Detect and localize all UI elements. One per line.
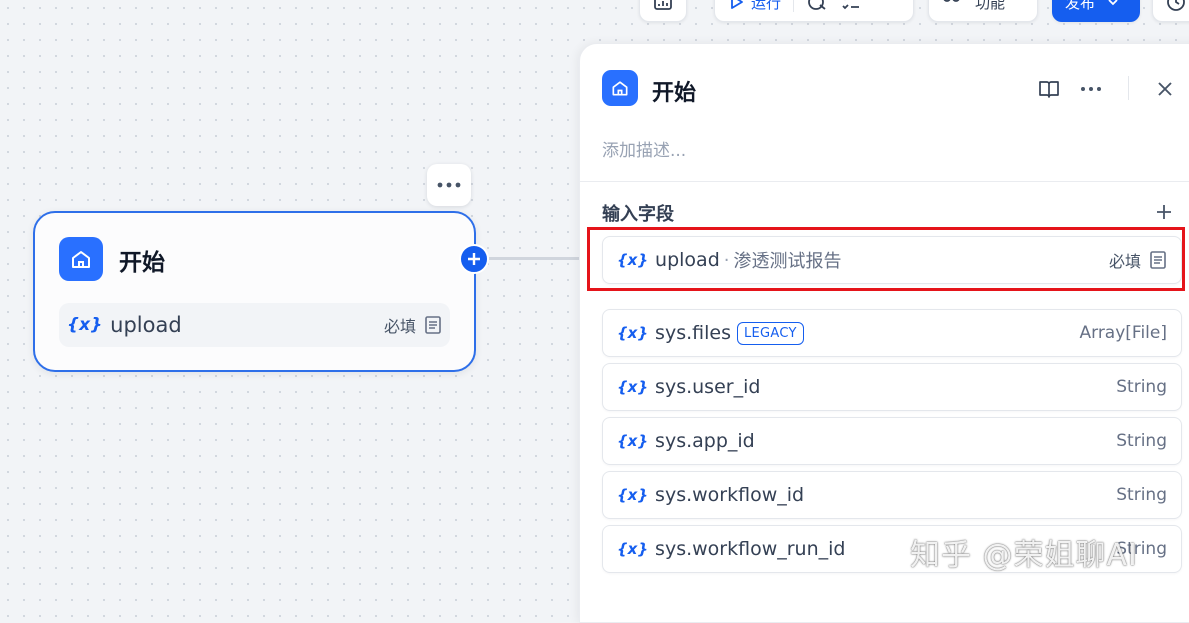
toolbar-divider: [793, 0, 795, 12]
document-icon: [425, 316, 441, 334]
feature-label: 功能: [975, 0, 1006, 12]
checklist-icon[interactable]: [840, 0, 862, 13]
system-field-name: sys.app_id: [655, 430, 755, 452]
history-icon: [654, 0, 672, 10]
panel-divider: [580, 181, 1189, 182]
plus-icon: [468, 253, 480, 265]
feature-icon: [943, 0, 960, 2]
chevron-down-icon: [1108, 0, 1118, 6]
variable-icon: {x}: [617, 432, 649, 450]
start-node[interactable]: 开始 {x} upload 必填: [33, 211, 476, 372]
add-field-icon[interactable]: [1154, 202, 1174, 222]
more-icon[interactable]: [1080, 78, 1102, 100]
system-field-name: sys.workflow_id: [655, 484, 805, 506]
publish-label: 发布: [1065, 0, 1096, 12]
variable-icon: {x}: [617, 378, 649, 396]
node-required-label: 必填: [383, 317, 416, 336]
book-icon[interactable]: [1038, 78, 1060, 100]
system-field-row[interactable]: {x} sys.files LEGACY Array[File]: [602, 309, 1182, 357]
system-field-type: String: [1116, 431, 1167, 451]
panel-home-icon: [602, 70, 638, 106]
clock-icon: [1167, 0, 1185, 11]
close-icon[interactable]: [1154, 78, 1176, 100]
feature-button[interactable]: 功能: [928, 0, 1038, 22]
highlight-annotation-box: [587, 227, 1185, 291]
system-field-type: String: [1116, 485, 1167, 505]
run-history-icon[interactable]: [806, 0, 828, 13]
add-node-button[interactable]: [459, 244, 489, 274]
toolbar-run-group: 运行: [714, 0, 914, 22]
more-icon: [437, 182, 461, 188]
variable-icon: {x}: [617, 486, 649, 504]
legacy-badge: LEGACY: [736, 321, 804, 345]
node-more-button[interactable]: [427, 164, 471, 206]
variable-icon: {x}: [617, 324, 649, 342]
description-input[interactable]: 添加描述...: [602, 136, 686, 161]
system-field-name: sys.user_id: [655, 376, 761, 398]
run-label: 运行: [751, 0, 782, 12]
node-title: 开始: [119, 250, 165, 276]
home-icon: [59, 237, 103, 281]
system-field-row[interactable]: {x} sys.workflow_id String: [602, 471, 1182, 519]
run-button[interactable]: 运行: [727, 0, 781, 13]
panel-header-divider: [1128, 76, 1129, 100]
system-field-type: String: [1116, 377, 1167, 397]
system-field-type: Array[File]: [1079, 323, 1168, 343]
system-field-name: sys.files: [655, 322, 731, 344]
node-variable-name: upload: [110, 313, 182, 337]
system-field-name: sys.workflow_run_id: [655, 538, 846, 560]
node-connector-line: [489, 257, 579, 260]
play-icon: [731, 0, 743, 9]
clock-button[interactable]: [1152, 0, 1189, 22]
system-field-row[interactable]: {x} sys.user_id String: [602, 363, 1182, 411]
history-button[interactable]: [639, 0, 687, 22]
node-variable-row[interactable]: {x} upload 必填: [59, 303, 450, 347]
input-fields-title: 输入字段: [602, 204, 674, 225]
variable-icon: {x}: [617, 540, 649, 558]
system-field-row[interactable]: {x} sys.app_id String: [602, 417, 1182, 465]
watermark: 知乎 @荣姐聊AI: [910, 538, 1138, 573]
publish-button[interactable]: 发布: [1052, 0, 1140, 22]
panel-title: 开始: [652, 81, 697, 106]
variable-icon: {x}: [67, 315, 103, 335]
